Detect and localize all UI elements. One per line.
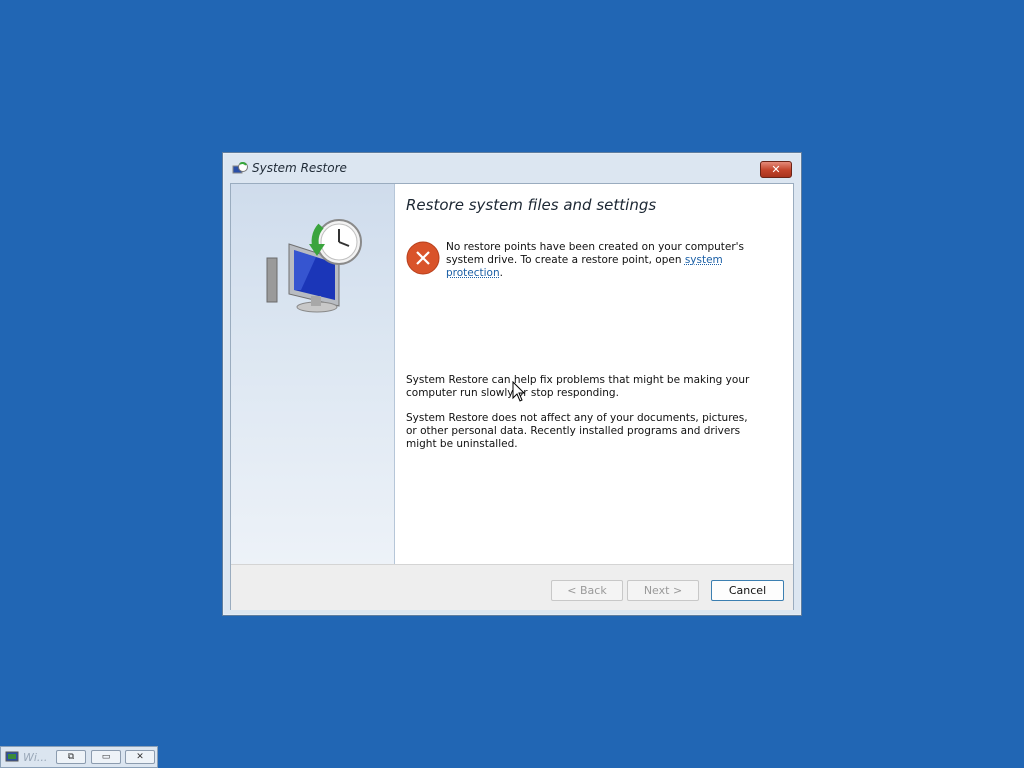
system-restore-icon (232, 162, 248, 174)
back-button[interactable]: < Back (551, 580, 623, 601)
description-paragraph-2: System Restore does not affect any of yo… (406, 412, 748, 450)
error-message: No restore points have been created on y… (446, 241, 776, 280)
description-paragraph-1: System Restore can help fix problems tha… (406, 374, 750, 399)
page-heading: Restore system files and settings (406, 196, 657, 214)
window-title: System Restore (252, 161, 347, 175)
side-panel (231, 184, 395, 564)
maximize-button[interactable]: ▭ (91, 750, 121, 764)
minimized-window-bar[interactable]: Wi... ⧉ ▭ ✕ (0, 746, 158, 768)
title-bar[interactable]: System Restore ✕ (223, 153, 801, 183)
taskbar-close-button[interactable]: ✕ (125, 750, 155, 764)
main-panel: Restore system files and settings No res… (395, 184, 793, 564)
window-app-icon (5, 751, 19, 762)
cancel-button[interactable]: Cancel (711, 580, 784, 601)
error-message-end: . (499, 267, 503, 279)
mouse-cursor-icon (512, 381, 526, 402)
error-icon (406, 241, 440, 275)
system-restore-graphic-icon (266, 219, 362, 313)
button-bar: < Back Next > Cancel (231, 564, 793, 610)
next-button[interactable]: Next > (627, 580, 699, 601)
minimized-window-label: Wi... (23, 751, 48, 764)
restore-button[interactable]: ⧉ (56, 750, 86, 764)
close-button[interactable]: ✕ (760, 161, 792, 178)
